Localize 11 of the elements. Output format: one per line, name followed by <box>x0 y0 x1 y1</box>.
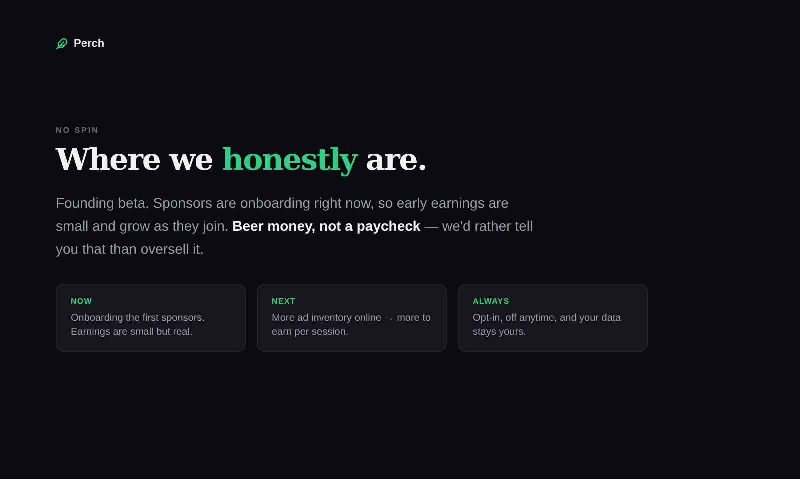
feather-icon <box>56 38 68 50</box>
eyebrow-label: NO SPIN <box>56 126 100 135</box>
brand-name: Perch <box>74 38 105 50</box>
card-text: More ad inventory online → more to earn per session. <box>272 312 432 340</box>
page-heading: Where we honestly are. <box>56 143 428 178</box>
card-label: ALWAYS <box>473 297 511 306</box>
card-label: NEXT <box>272 297 297 306</box>
card-label: NOW <box>71 297 94 306</box>
card-text: Opt-in, off anytime, and your data stays yours. <box>473 312 622 340</box>
card-text: Onboarding the first sponsors. Earnings are small but real. <box>71 312 206 340</box>
intro-paragraph: Founding beta. Sponsors are onboarding right now, so early earnings are small and grow as they join. Beer money, not a paycheck — we'd rather tell you that than oversell it. <box>56 194 534 259</box>
